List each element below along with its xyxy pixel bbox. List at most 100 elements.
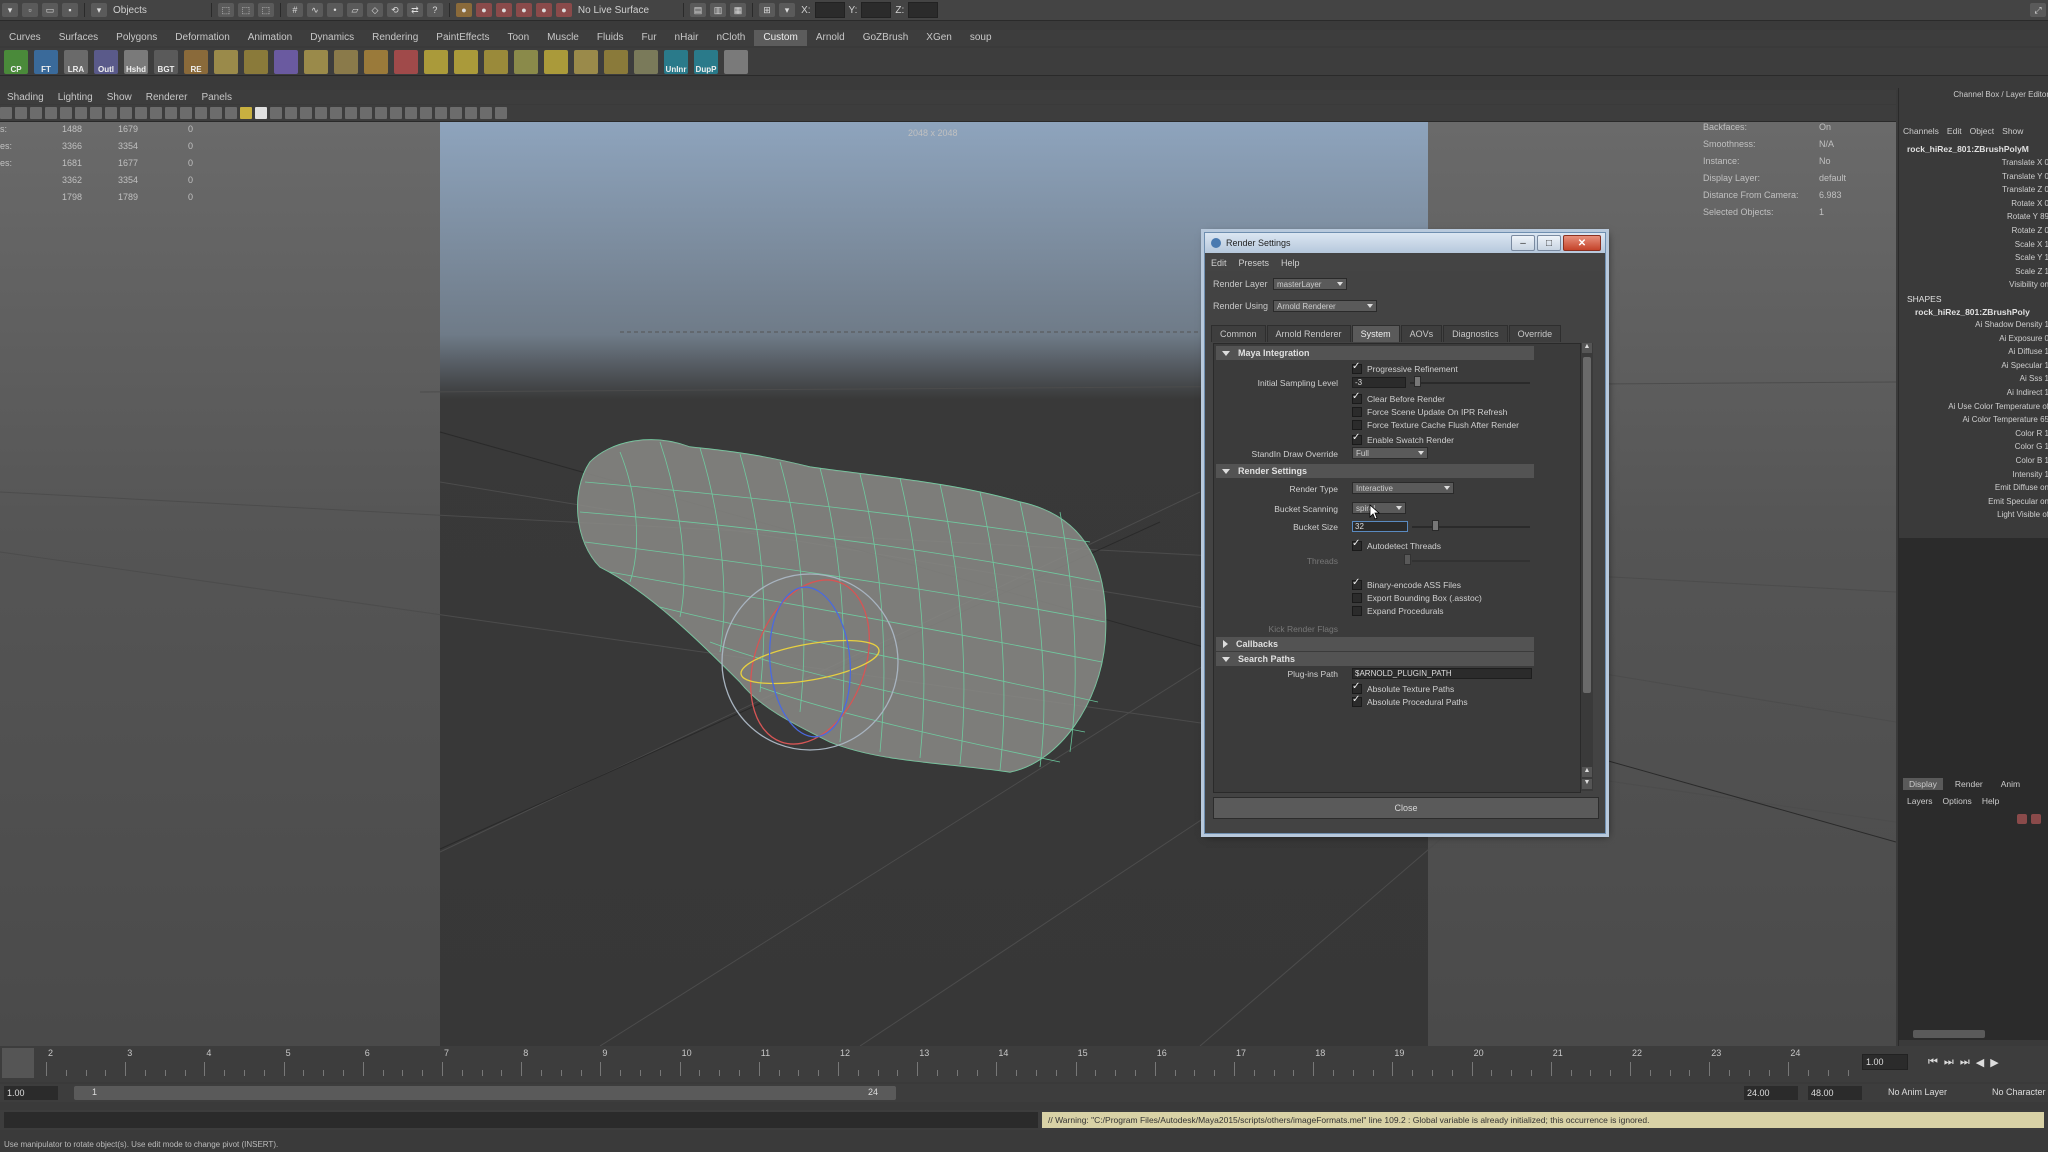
- slider-handle[interactable]: [1414, 376, 1421, 387]
- range-end-field[interactable]: 24.00: [1744, 1086, 1798, 1100]
- shelf-tool-icon[interactable]: [364, 49, 388, 74]
- panel-tool-icon[interactable]: [480, 107, 492, 119]
- panel-menu-renderer[interactable]: Renderer: [139, 92, 195, 103]
- tab-arnold-renderer[interactable]: Arnold Renderer: [1266, 325, 1351, 342]
- shelf-tab-rendering[interactable]: Rendering: [363, 30, 427, 46]
- tool-settings-icon[interactable]: ▦: [730, 3, 747, 17]
- character-set-dropdown[interactable]: No Character: [1992, 1087, 2046, 1097]
- panel-tool-icon[interactable]: [435, 107, 447, 119]
- shape-attribute[interactable]: Ai Indirect 1: [2007, 388, 2048, 397]
- absolute-transform-icon[interactable]: ▾: [779, 3, 796, 17]
- shelf-tab-animation[interactable]: Animation: [239, 30, 301, 46]
- shelf-tool-icon[interactable]: Hshd: [124, 49, 148, 74]
- panel-tool-icon[interactable]: [30, 107, 42, 119]
- shelf-tool-icon[interactable]: [334, 49, 358, 74]
- play-backward-icon[interactable]: ◀: [1976, 1056, 1984, 1069]
- panel-tool-icon[interactable]: [285, 107, 297, 119]
- range-slider-bar[interactable]: 1 24: [74, 1086, 896, 1100]
- dialog-scroll-area[interactable]: Maya Integration Progressive Refinement …: [1213, 343, 1581, 793]
- shape-attribute[interactable]: Color R 1: [2015, 429, 2048, 438]
- panel-tool-icon[interactable]: [165, 107, 177, 119]
- shelf-tab-surfaces[interactable]: Surfaces: [50, 30, 107, 46]
- panel-tool-icon[interactable]: [300, 107, 312, 119]
- shelf-tool-icon[interactable]: [724, 49, 748, 74]
- shelf-tab-fur[interactable]: Fur: [633, 30, 666, 46]
- new-layer-icon[interactable]: [2017, 814, 2027, 824]
- enable-swatch-checkbox[interactable]: Enable Swatch Render: [1352, 432, 1454, 445]
- select-object-icon[interactable]: ⬚: [237, 3, 254, 17]
- shelf-tool-icon[interactable]: BGT: [154, 49, 178, 74]
- x-field[interactable]: [814, 2, 845, 18]
- step-back-key-icon[interactable]: ⏭: [1944, 1056, 1954, 1069]
- shelf-tool-icon[interactable]: [634, 49, 658, 74]
- checkbox-icon[interactable]: [1352, 407, 1362, 417]
- shelf-tab-polygons[interactable]: Polygons: [107, 30, 166, 46]
- ipr-icon[interactable]: ●: [475, 3, 492, 17]
- panel-tool-icon[interactable]: [225, 107, 237, 119]
- hypershade-icon[interactable]: ●: [515, 3, 532, 17]
- shape-attribute[interactable]: Color G 1: [2015, 442, 2048, 451]
- channel-box-menu-show[interactable]: Show: [2002, 126, 2023, 136]
- layer-menu-layers[interactable]: Layers: [1907, 796, 1933, 806]
- open-scene-icon[interactable]: ▭: [42, 3, 58, 17]
- sidebar-toggle-icon[interactable]: ▤: [690, 3, 707, 17]
- shelf-tool-icon[interactable]: [244, 49, 268, 74]
- go-to-start-icon[interactable]: ⏮: [1928, 1056, 1938, 1069]
- layer-scrollbar[interactable]: [1913, 1030, 1985, 1038]
- step-back-frame-icon[interactable]: ⏭: [1960, 1056, 1970, 1069]
- panel-tool-icon[interactable]: [270, 107, 282, 119]
- shelf-tool-icon[interactable]: [394, 49, 418, 74]
- snap-plane-icon[interactable]: ▱: [346, 3, 363, 17]
- shape-attribute[interactable]: Light Visible of: [1997, 510, 2048, 519]
- select-hierarchy-icon[interactable]: ⬚: [217, 3, 234, 17]
- select-component-icon[interactable]: ⬚: [257, 3, 274, 17]
- panel-tool-icon[interactable]: [345, 107, 357, 119]
- selection-mode-icon[interactable]: ▾: [91, 3, 107, 17]
- panel-tool-icon[interactable]: [120, 107, 132, 119]
- live-surface-label[interactable]: No Live Surface: [578, 5, 649, 16]
- expand-procedurals-checkbox[interactable]: Expand Procedurals: [1352, 606, 1444, 616]
- shape-name[interactable]: rock_hiRez_801:ZBrushPoly: [1915, 307, 2048, 317]
- checkbox-icon[interactable]: [1352, 361, 1362, 374]
- shelf-tool-icon[interactable]: [424, 49, 448, 74]
- layer-tab-render[interactable]: Render: [1949, 778, 1989, 790]
- shelf-tab-curves[interactable]: Curves: [0, 30, 50, 46]
- range-start-field[interactable]: 1.00: [4, 1086, 58, 1100]
- new-scene-icon[interactable]: ▫: [22, 3, 38, 17]
- panel-tool-icon[interactable]: [0, 107, 12, 119]
- shelf-tool-icon[interactable]: [604, 49, 628, 74]
- shelf-tool-icon[interactable]: DupP: [694, 49, 718, 74]
- shelf-tool-icon[interactable]: CP: [4, 49, 28, 74]
- shelf-tab-xgen[interactable]: XGen: [917, 30, 961, 46]
- channel-attribute[interactable]: Rotate X 0: [2011, 199, 2048, 208]
- checkbox-icon[interactable]: [1352, 420, 1362, 430]
- shape-attribute[interactable]: Emit Diffuse on: [1995, 483, 2048, 492]
- tab-override[interactable]: Override: [1508, 325, 1562, 342]
- panel-tool-icon[interactable]: [195, 107, 207, 119]
- shelf-tab-gozbrush[interactable]: GoZBrush: [854, 30, 918, 46]
- layer-list[interactable]: [1899, 830, 2048, 1040]
- abs-procedural-checkbox[interactable]: Absolute Procedural Paths: [1352, 694, 1468, 707]
- shelf-tab-nhair[interactable]: nHair: [666, 30, 708, 46]
- checkbox-icon[interactable]: [1352, 593, 1362, 603]
- tab-aovs[interactable]: AOVs: [1400, 325, 1443, 342]
- shelf-tab-dynamics[interactable]: Dynamics: [301, 30, 363, 46]
- channel-box-menu-edit[interactable]: Edit: [1947, 126, 1962, 136]
- shape-attribute[interactable]: Emit Specular on: [1988, 497, 2048, 506]
- shape-attribute[interactable]: Color B 1: [2016, 456, 2048, 465]
- panel-menu-panels[interactable]: Panels: [194, 92, 239, 103]
- attribute-editor-icon[interactable]: ▥: [710, 3, 727, 17]
- export-bbox-checkbox[interactable]: Export Bounding Box (.asstoc): [1352, 593, 1482, 603]
- scroll-up-icon[interactable]: ▲: [1582, 767, 1592, 777]
- panel-tool-icon[interactable]: [330, 107, 342, 119]
- abs-texture-checkbox[interactable]: Absolute Texture Paths: [1352, 681, 1454, 694]
- initial-sampling-slider[interactable]: [1410, 382, 1530, 384]
- live-surface-icon[interactable]: ●: [555, 3, 572, 17]
- anim-end-field[interactable]: 48.00: [1808, 1086, 1862, 1100]
- shelf-tab-toon[interactable]: Toon: [498, 30, 538, 46]
- shape-attribute[interactable]: Ai Color Temperature 65: [1962, 415, 2048, 424]
- panel-tool-icon[interactable]: [105, 107, 117, 119]
- render-settings-header[interactable]: Render Settings: [1216, 464, 1534, 478]
- expand-icon[interactable]: ⤢: [2030, 3, 2046, 17]
- tab-system[interactable]: System: [1351, 325, 1400, 342]
